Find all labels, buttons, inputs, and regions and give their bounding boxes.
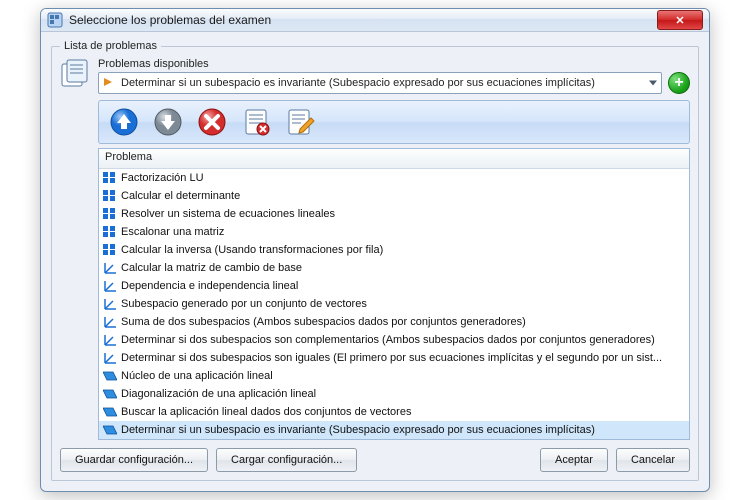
list-item[interactable]: Suma de dos subespacios (Ambos subespaci…: [99, 313, 689, 331]
vectorspace-icon: [103, 351, 119, 365]
problem-list: Problema Factorización LU Calcular el det…: [98, 148, 690, 440]
vectorspace-icon: [103, 333, 119, 347]
list-item-label: Dependencia e independencia lineal: [121, 280, 298, 292]
list-item[interactable]: Determinar si un subespacio es invariant…: [99, 421, 689, 439]
add-problem-button[interactable]: +: [668, 72, 690, 94]
problem-list-group: Lista de problemas Problemas disponibles…: [51, 40, 699, 481]
list-item[interactable]: Calcular la inversa (Usando transformaci…: [99, 241, 689, 259]
linearmap-icon: [103, 423, 119, 437]
save-config-button[interactable]: Guardar configuración...: [60, 448, 208, 472]
list-item-label: Suma de dos subespacios (Ambos subespaci…: [121, 316, 526, 328]
available-row: Problemas disponibles Determinar si un s…: [60, 58, 690, 94]
vectorspace-icon: [103, 279, 119, 293]
move-up-button[interactable]: [105, 104, 143, 140]
list-item[interactable]: Dependencia e independencia lineal: [99, 277, 689, 295]
chevron-down-icon: [649, 81, 657, 86]
combo-selected-text: Determinar si un subespacio es invariant…: [121, 77, 595, 89]
list-item[interactable]: Calcular la matriz de cambio de base: [99, 259, 689, 277]
available-problems-combo[interactable]: Determinar si un subespacio es invariant…: [98, 72, 662, 94]
delete-button[interactable]: [193, 104, 231, 140]
list-item[interactable]: Diagonalización de una aplicación lineal: [99, 385, 689, 403]
remove-page-button[interactable]: [237, 104, 275, 140]
titlebar[interactable]: Seleccione los problemas del examen ✕: [41, 9, 709, 32]
list-item-label: Núcleo de una aplicación lineal: [121, 370, 273, 382]
matrix-icon: [103, 243, 119, 257]
play-icon: [103, 77, 115, 89]
edit-icon: [285, 107, 315, 137]
remove-page-icon: [241, 107, 271, 137]
matrix-icon: [103, 171, 119, 185]
list-item-label: Calcular el determinante: [121, 190, 240, 202]
list-item-label: Factorización LU: [121, 172, 204, 184]
column-header-problema: Problema: [105, 151, 152, 163]
vectorspace-icon: [103, 297, 119, 311]
app-icon: [47, 12, 63, 28]
combo-row: Determinar si un subespacio es invariant…: [98, 72, 690, 94]
edit-button[interactable]: [281, 104, 319, 140]
list-item[interactable]: Subespacio generado por un conjunto de v…: [99, 295, 689, 313]
list-item[interactable]: Resolver un sistema de ecuaciones lineal…: [99, 205, 689, 223]
available-label: Problemas disponibles: [98, 58, 690, 70]
delete-icon: [197, 107, 227, 137]
list-item-label: Calcular la matriz de cambio de base: [121, 262, 302, 274]
list-body[interactable]: Factorización LU Calcular el determinante…: [99, 169, 689, 439]
list-item[interactable]: Determinar si dos subespacios son comple…: [99, 331, 689, 349]
list-item-label: Determinar si un subespacio es invariant…: [121, 424, 595, 436]
matrix-icon: [103, 225, 119, 239]
list-item[interactable]: Buscar la aplicación lineal dados dos co…: [99, 403, 689, 421]
vectorspace-icon: [103, 315, 119, 329]
plus-icon: +: [674, 74, 683, 92]
linearmap-icon: [103, 387, 119, 401]
accept-button[interactable]: Aceptar: [540, 448, 608, 472]
list-item-label: Determinar si dos subespacios son comple…: [121, 334, 655, 346]
close-button[interactable]: ✕: [657, 10, 703, 30]
matrix-icon: [103, 189, 119, 203]
cancel-button[interactable]: Cancelar: [616, 448, 690, 472]
list-item[interactable]: Calcular el determinante: [99, 187, 689, 205]
list-item-label: Determinar si dos subespacios son iguale…: [121, 352, 662, 364]
list-item[interactable]: Determinar si dos subespacios son iguale…: [99, 349, 689, 367]
vectorspace-icon: [103, 261, 119, 275]
list-item-label: Resolver un sistema de ecuaciones lineal…: [121, 208, 335, 220]
list-header[interactable]: Problema: [99, 149, 689, 169]
list-item-label: Diagonalización de una aplicación lineal: [121, 388, 316, 400]
list-toolbar: [98, 100, 690, 144]
list-item-label: Subespacio generado por un conjunto de v…: [121, 298, 367, 310]
button-row: Guardar configuración... Cargar configur…: [60, 448, 690, 472]
window-title: Seleccione los problemas del examen: [69, 13, 657, 27]
list-item-label: Escalonar una matriz: [121, 226, 224, 238]
select-problems-dialog: Seleccione los problemas del examen ✕ Li…: [40, 8, 710, 492]
list-item-label: Buscar la aplicación lineal dados dos co…: [121, 406, 411, 418]
page-stack-icon: [60, 58, 92, 88]
list-item[interactable]: Núcleo de una aplicación lineal: [99, 367, 689, 385]
available-right: Problemas disponibles Determinar si un s…: [98, 58, 690, 94]
linearmap-icon: [103, 369, 119, 383]
dialog-body: Lista de problemas Problemas disponibles…: [41, 32, 709, 491]
list-item[interactable]: Factorización LU: [99, 169, 689, 187]
list-item[interactable]: Escalonar una matriz: [99, 223, 689, 241]
move-down-icon: [153, 107, 183, 137]
linearmap-icon: [103, 405, 119, 419]
close-icon: ✕: [675, 14, 684, 27]
load-config-button[interactable]: Cargar configuración...: [216, 448, 357, 472]
move-down-button[interactable]: [149, 104, 187, 140]
list-item-label: Calcular la inversa (Usando transformaci…: [121, 244, 383, 256]
group-legend: Lista de problemas: [60, 40, 161, 52]
move-up-icon: [109, 107, 139, 137]
matrix-icon: [103, 207, 119, 221]
